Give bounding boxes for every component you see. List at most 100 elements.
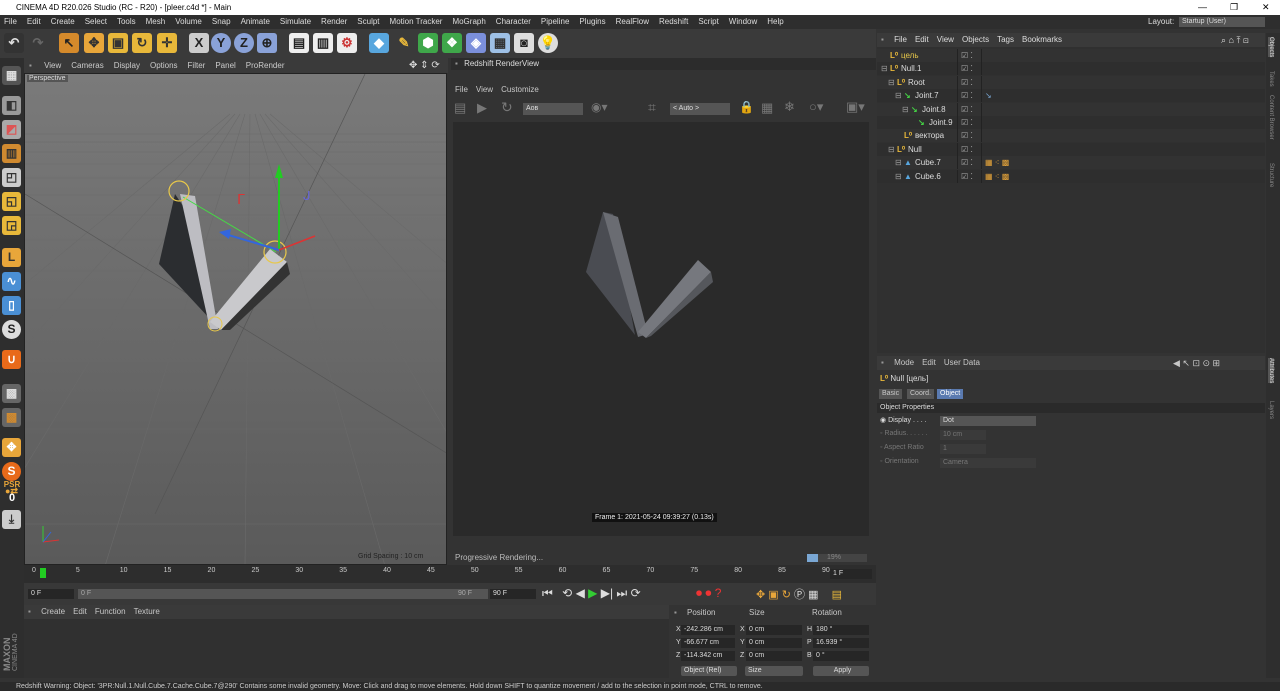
object-row[interactable]: ↘ Joint.9 ☑ ⁚ xyxy=(877,116,1265,129)
texture-mode-icon[interactable]: ◩ xyxy=(2,120,21,139)
expand-toggle-icon[interactable]: ⊟ xyxy=(888,143,895,156)
size-field[interactable]: 0 cm xyxy=(746,651,802,661)
size-mode-dropdown[interactable]: Size xyxy=(745,666,803,676)
menu-animate[interactable]: Animate xyxy=(241,17,270,26)
grid-icon[interactable]: ▦ xyxy=(761,100,773,116)
viewport-menu-options[interactable]: Options xyxy=(150,61,178,70)
perspective-viewport[interactable]: ᒥ ᒍ Perspective Grid Spacing : 10 cm xyxy=(24,73,447,565)
refresh-icon[interactable]: ↻ xyxy=(501,99,513,116)
grid-snap-icon[interactable]: ▩ xyxy=(2,408,21,427)
viewport-menu-filter[interactable]: Filter xyxy=(188,61,206,70)
material-menu-edit[interactable]: Edit xyxy=(73,607,87,616)
objects-menu-view[interactable]: View xyxy=(937,35,954,44)
clapper-icon[interactable]: ▤ xyxy=(454,100,466,116)
close-icon[interactable]: ✕ xyxy=(1262,0,1270,15)
hdr-icon[interactable]: ◉▾ xyxy=(591,100,608,114)
viewport-menu-cameras[interactable]: Cameras xyxy=(71,61,103,70)
menu-snap[interactable]: Snap xyxy=(212,17,231,26)
menu-select[interactable]: Select xyxy=(85,17,107,26)
menu-pipeline[interactable]: Pipeline xyxy=(541,17,569,26)
object-row[interactable]: ⊟ ↘ Joint.7 ☑ ⁚ ↘ xyxy=(877,89,1265,103)
workplane-icon[interactable]: ▥ xyxy=(2,144,21,163)
psr-icon[interactable]: PSR xyxy=(0,480,24,489)
search-home-icons[interactable]: ⌕ ⌂ ⤒ ⊡ xyxy=(1221,33,1249,47)
download-icon[interactable]: ⤓ xyxy=(2,510,21,529)
objects-menu-edit[interactable]: Edit xyxy=(915,35,929,44)
menu-sculpt[interactable]: Sculpt xyxy=(357,17,379,26)
menu-plugins[interactable]: Plugins xyxy=(579,17,605,26)
render-settings-icon[interactable]: ⚙ xyxy=(337,33,357,53)
key-rotation-icon[interactable]: ↻ xyxy=(782,589,791,601)
menu-simulate[interactable]: Simulate xyxy=(280,17,311,26)
material-menu-function[interactable]: Function xyxy=(95,607,126,616)
objects-menu-objects[interactable]: Objects xyxy=(962,35,989,44)
menu-help[interactable]: Help xyxy=(767,17,783,26)
deformer-icon[interactable]: ◈ xyxy=(466,33,486,53)
menu-create[interactable]: Create xyxy=(51,17,75,26)
visibility-toggle-icon[interactable]: ☑ ⁚ xyxy=(961,49,973,62)
render-image[interactable] xyxy=(453,122,869,536)
side-tab-attributes[interactable]: Attributes xyxy=(1268,358,1274,384)
autokey-icon[interactable]: ⏺ xyxy=(705,586,711,600)
viewport-menu-prorender[interactable]: ProRender xyxy=(246,61,285,70)
pen-icon[interactable]: ✎ xyxy=(394,33,414,53)
material-tag-icon[interactable]: ▦ ⁖ ▩ xyxy=(985,170,1009,183)
layout-dropdown[interactable]: Startup (User) xyxy=(1179,17,1265,27)
visibility-toggle-icon[interactable]: ☑ ⁚ xyxy=(961,103,973,116)
viewport-menu-panel[interactable]: Panel xyxy=(215,61,235,70)
start-frame-field[interactable]: 0 F xyxy=(28,589,74,599)
side-tab-takes[interactable]: Takes xyxy=(1268,71,1274,87)
record-icon[interactable]: ⏺ xyxy=(696,586,702,600)
expand-toggle-icon[interactable]: ⊟ xyxy=(881,62,888,75)
display-dropdown[interactable]: Dot xyxy=(940,416,1036,426)
current-frame-field[interactable]: 1 F xyxy=(830,569,872,579)
preview-range-slider[interactable]: 0 F 90 F xyxy=(78,589,488,599)
menu-window[interactable]: Window xyxy=(729,17,757,26)
attr-menu-user-data[interactable]: User Data xyxy=(944,358,980,367)
select-tool-icon[interactable]: ↖ xyxy=(59,33,79,53)
recent-tools-icon[interactable]: ✛ xyxy=(157,33,177,53)
object-row[interactable]: ⊟ L⁰ Null ☑ ⁚ xyxy=(877,142,1265,156)
visibility-toggle-icon[interactable]: ☑ ⁚ xyxy=(961,170,973,183)
object-row[interactable]: ⊟ ↘ Joint.8 ☑ ⁚ xyxy=(877,102,1265,116)
menu-edit[interactable]: Edit xyxy=(27,17,41,26)
camera-icon[interactable]: ◙ xyxy=(514,33,534,53)
circle-dropdown-icon[interactable]: ○▾ xyxy=(809,99,823,115)
viewport-menu-view[interactable]: View xyxy=(44,61,61,70)
render-picture-viewer-icon[interactable]: ▥ xyxy=(313,33,333,53)
expand-toggle-icon[interactable]: ⊟ xyxy=(902,103,909,116)
menu-character[interactable]: Character xyxy=(496,17,531,26)
ik-tag-icon[interactable]: ↘ xyxy=(985,89,992,102)
visibility-toggle-icon[interactable]: ☑ ⁚ xyxy=(961,129,973,142)
size-field[interactable]: 0 cm xyxy=(746,638,802,648)
lock-icon[interactable]: 🔒 xyxy=(739,100,754,114)
menu-motion-tracker[interactable]: Motion Tracker xyxy=(390,17,443,26)
move-tool-icon[interactable]: ✥ xyxy=(84,33,104,53)
playhead[interactable] xyxy=(40,568,46,578)
scale-tool-icon[interactable]: ▣ xyxy=(108,33,128,53)
rotation-field[interactable]: 180 ° xyxy=(813,625,869,635)
polygons-mode-icon[interactable]: ◲ xyxy=(2,216,21,235)
prev-frame-icon[interactable]: ◀ xyxy=(576,586,585,600)
menu-file[interactable]: File xyxy=(4,17,17,26)
menu-tools[interactable]: Tools xyxy=(117,17,136,26)
viewport-menu-display[interactable]: Display xyxy=(114,61,140,70)
key-pla-icon[interactable]: ▦ xyxy=(808,589,818,601)
render-view-icon[interactable]: ▤ xyxy=(289,33,309,53)
key-param-icon[interactable]: Ⓟ xyxy=(794,589,805,601)
play-render-icon[interactable]: ▶ xyxy=(477,100,487,116)
coordinate-mode-dropdown[interactable]: Object (Rel) xyxy=(681,666,737,676)
magnet-icon[interactable]: ∪ xyxy=(2,350,21,369)
radius-field[interactable]: 10 cm xyxy=(940,430,986,440)
next-frame-icon[interactable]: ▶| xyxy=(601,586,613,600)
objects-menu-bookmarks[interactable]: Bookmarks xyxy=(1022,35,1062,44)
snowflake-icon[interactable]: ❄ xyxy=(784,99,795,115)
redo-icon[interactable]: ↷ xyxy=(28,33,48,53)
go-to-start-icon[interactable]: ⏮ xyxy=(542,586,553,600)
expand-toggle-icon[interactable]: ⊟ xyxy=(888,76,895,89)
menu-volume[interactable]: Volume xyxy=(175,17,202,26)
objects-menu-file[interactable]: File xyxy=(894,35,907,44)
tab-coord[interactable]: Coord. xyxy=(907,389,935,399)
position-field[interactable]: -242.286 cm xyxy=(681,625,735,635)
quantize-icon[interactable]: ✥ xyxy=(2,438,21,457)
